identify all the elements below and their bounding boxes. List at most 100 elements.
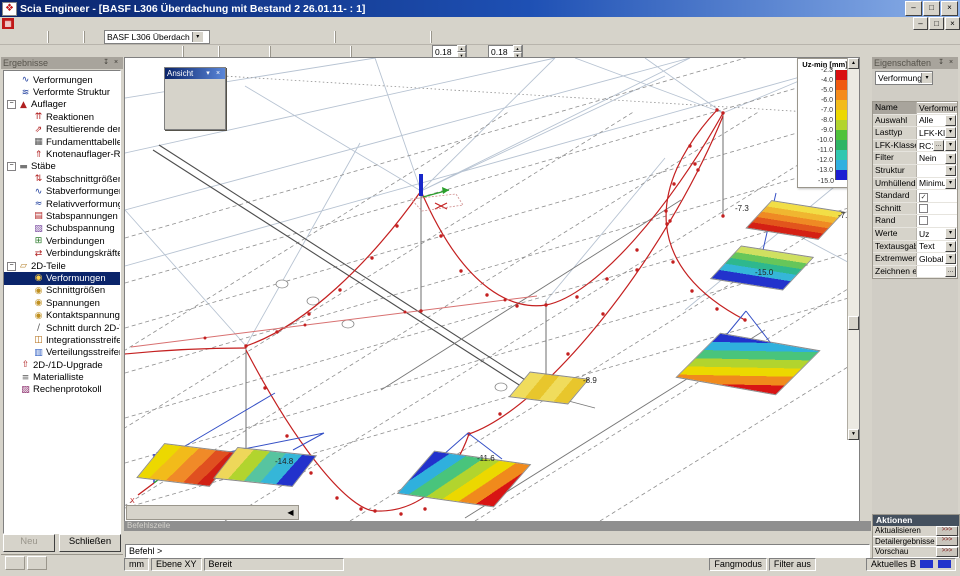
tree-item[interactable]: ⇧ 2D-/1D-Upgrade (4, 359, 120, 371)
viewport-tool-icon[interactable] (232, 507, 245, 518)
property-row[interactable]: Rand (873, 215, 957, 228)
mdi-document-icon[interactable]: ▦ (2, 18, 14, 29)
open-icon[interactable] (15, 31, 30, 43)
expand-icon[interactable]: − (7, 100, 16, 109)
zoom-in-icon[interactable] (179, 92, 192, 104)
viewport-tool-icon[interactable] (206, 507, 219, 518)
property-row[interactable]: Lasttyp LFK-Klasse ▾ (873, 127, 957, 140)
view-tool-icon[interactable] (192, 104, 205, 116)
command-tool-icon[interactable] (348, 532, 362, 544)
view-tool-icon[interactable] (192, 80, 205, 92)
undo-icon[interactable] (48, 31, 66, 43)
viewport-3d[interactable]: Z Y X -7.3 -7.3 -15.0 -8.9 -14.8 -11.6 A… (124, 57, 860, 522)
tree-item[interactable]: ⇈ Reaktionen (4, 111, 120, 123)
viewport-tool-icon[interactable] (271, 507, 284, 518)
property-row[interactable]: Schnitt (873, 203, 957, 216)
close-icon[interactable]: × (213, 69, 223, 79)
dropdown-icon[interactable] (413, 31, 428, 43)
view-tool-icon[interactable] (179, 80, 192, 92)
close-icon[interactable]: × (941, 1, 958, 16)
ellipsis-button[interactable]: … (933, 140, 944, 151)
command-tool-icon[interactable] (404, 532, 418, 544)
status-plane[interactable]: Ebene XY (151, 558, 202, 571)
tree-item[interactable]: ≋ Verformte Struktur (4, 86, 120, 98)
tree-item[interactable]: ◉ Schnittgrößen (4, 285, 120, 297)
chevron-down-icon[interactable]: ▾ (921, 73, 932, 83)
dropdown-icon[interactable] (494, 31, 509, 43)
command-tool-icon[interactable] (320, 532, 334, 544)
dropdown-button[interactable]: ▾ (945, 228, 956, 239)
property-value[interactable] (917, 204, 957, 214)
properties-panel-header[interactable]: Eigenschaften ↧ × (872, 57, 958, 69)
chevron-down-icon[interactable]: ▾ (203, 69, 213, 79)
action-execute-button[interactable]: >>> (936, 547, 958, 557)
tree-item[interactable]: ⊞ Verbindungen (4, 235, 120, 247)
pie-icon[interactable] (932, 86, 944, 98)
property-value[interactable]: Global (917, 254, 945, 264)
dropdown-button[interactable]: ▾ (945, 165, 956, 176)
scrollbar-thumb[interactable] (848, 316, 859, 330)
status-current-layer[interactable]: Aktuelles B (866, 558, 956, 571)
property-row[interactable]: Filter Nein ▾ (873, 152, 957, 165)
command-input[interactable]: Befehl > (125, 544, 870, 558)
view-toolbar-header[interactable]: Ansicht ▾ × (165, 68, 225, 79)
command-tool-icon[interactable] (264, 532, 278, 544)
tree-item[interactable]: ◫ Integrationsstreifen (4, 334, 120, 346)
property-value[interactable]: Text (917, 241, 945, 251)
tree-item[interactable]: ∕ Schnitt durch 2D-Teil (4, 322, 120, 334)
toolbar-icon[interactable] (272, 31, 287, 43)
viewport-tool-icon[interactable] (167, 507, 180, 518)
tree-item[interactable]: ∿ Verformungen (4, 74, 120, 86)
toolbar-icon[interactable] (368, 31, 383, 43)
view-tool-icon[interactable] (205, 104, 218, 116)
print-icon[interactable] (335, 31, 353, 43)
chart-icon[interactable] (944, 86, 956, 98)
mdi-close-icon[interactable]: × (945, 17, 960, 30)
viewport-tool-icon[interactable] (258, 507, 271, 518)
property-value[interactable]: RC1 Fun (917, 141, 933, 151)
dropdown-button[interactable]: … (945, 266, 956, 277)
tree-item[interactable]: ≈ Relativverformung (4, 198, 120, 210)
property-row[interactable]: LFK-Klasse RC1 Fun … ▾ (873, 140, 957, 153)
redo-icon[interactable] (66, 31, 81, 43)
tree-item[interactable]: ▥ Verteilungsstreifen (4, 347, 120, 359)
dropdown-icon[interactable] (945, 31, 960, 43)
filter-edit-icon[interactable] (946, 72, 957, 84)
project-combo[interactable]: BASF L306 Überdach ▾ (104, 30, 210, 44)
property-row[interactable]: Textausgabe Text ▾ (873, 241, 957, 254)
property-row[interactable]: Auswahl Alle ▾ (873, 115, 957, 128)
status-filter[interactable]: Filter aus (769, 558, 816, 571)
action-execute-button[interactable]: >>> (936, 526, 958, 536)
toolbar-icon[interactable] (398, 31, 413, 43)
chevron-down-icon[interactable]: ▾ (192, 32, 203, 42)
tree-item[interactable]: ▤ Stabspannungen (4, 210, 120, 222)
property-value[interactable]: Alle (917, 115, 945, 125)
command-tool-icon[interactable] (250, 532, 264, 544)
toolbar-icon[interactable] (317, 31, 332, 43)
viewport-tool-icon[interactable] (193, 507, 206, 518)
tree-item[interactable]: ⇄ Verbindungskräfte (4, 247, 120, 259)
mdi-restore-icon[interactable]: □ (929, 17, 944, 30)
tree-item[interactable]: ⇗ Resultierende der Reaktionen (4, 124, 120, 136)
tree-item[interactable]: ▦ Fundamenttabelle (4, 136, 120, 148)
property-row[interactable]: Name Verformungen (873, 102, 957, 115)
command-tool-icon[interactable] (180, 532, 194, 544)
property-value[interactable]: Nein (917, 153, 945, 163)
zoom-out-icon[interactable] (192, 92, 205, 104)
command-tool-icon[interactable] (418, 532, 432, 544)
results-panel-header[interactable]: Ergebnisse ↧ × (1, 57, 123, 69)
command-tool-icon[interactable] (306, 532, 320, 544)
property-row[interactable]: Extremwerte Global ▾ (873, 253, 957, 266)
toolbar-icon[interactable] (855, 31, 870, 43)
expand-icon[interactable]: − (7, 162, 16, 171)
toolbar-icon[interactable] (227, 31, 242, 43)
tree-item[interactable]: − ▲ Auflager (4, 99, 120, 111)
viewport-tool-icon[interactable] (245, 507, 258, 518)
status-snap-mode[interactable]: Fangmodus (709, 558, 767, 571)
property-value[interactable]: Uz (917, 229, 945, 239)
command-tool-icon[interactable] (236, 532, 250, 544)
toolbar-icon[interactable] (885, 31, 900, 43)
close-icon[interactable]: × (946, 58, 956, 68)
dropdown-button[interactable]: ▾ (945, 127, 956, 138)
toolbar-icon[interactable] (479, 31, 494, 43)
